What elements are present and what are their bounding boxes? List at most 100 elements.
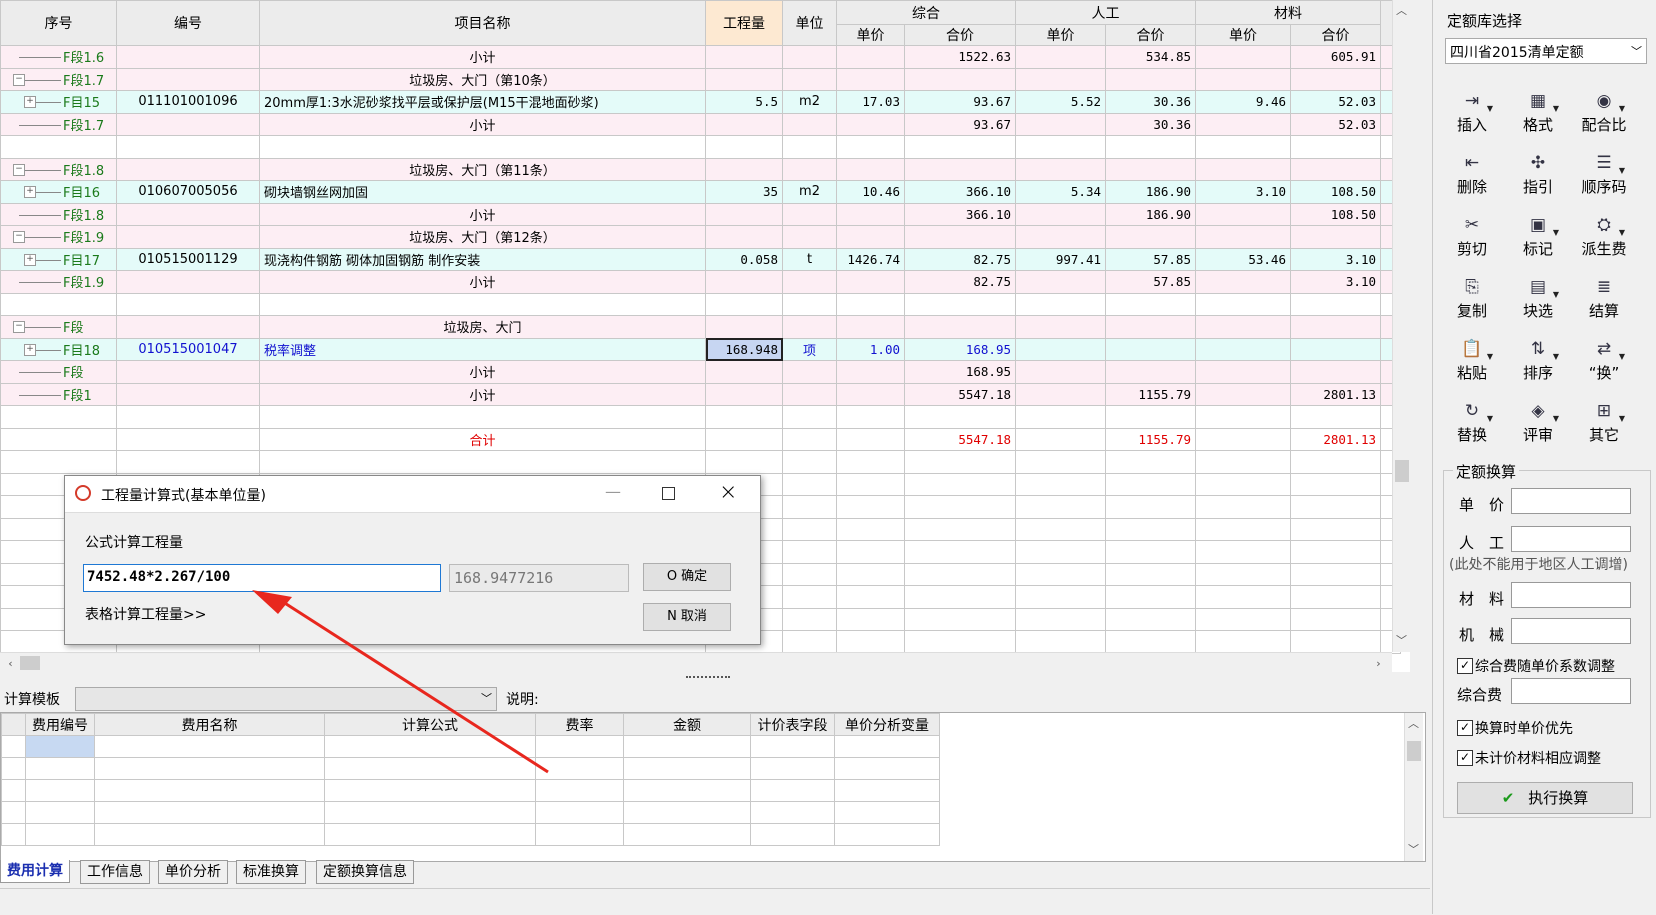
table-row[interactable]: F段1 小计 5547.18 1155.79 2801.13	[0, 382, 1401, 406]
cb-comp-fee-adjust[interactable]: ✓	[1457, 658, 1473, 674]
labor-input[interactable]	[1511, 526, 1631, 552]
cell-ch[interactable]: 3.10	[1290, 247, 1381, 271]
tool-guide-button[interactable]: ✣ 指引	[1507, 146, 1569, 202]
cell-unit[interactable]	[782, 45, 837, 69]
fee-vscroll[interactable]: ︿ ﹀	[1404, 713, 1423, 861]
cell-rh[interactable]: 30.36	[1105, 112, 1196, 136]
cell-ch[interactable]	[1290, 225, 1381, 249]
cell-rh[interactable]	[1105, 67, 1196, 91]
scroll-down-icon[interactable]: ﹀	[1393, 632, 1410, 649]
cell-rd[interactable]: 997.41	[1015, 247, 1106, 271]
cell-qty[interactable]	[705, 405, 783, 429]
table-row[interactable]: F段1.9 小计 82.75 57.85 3.10	[0, 270, 1401, 294]
cell-rh[interactable]: 57.85	[1105, 270, 1196, 294]
dropdown-arrow-icon[interactable]: ▼	[1553, 290, 1559, 299]
cell-cd[interactable]	[1195, 427, 1291, 451]
cell-name[interactable]: 小计	[259, 382, 706, 406]
cell-cd[interactable]	[1195, 360, 1291, 384]
cell-zd[interactable]	[836, 292, 905, 316]
row-tree-label[interactable]: − F段1.9	[0, 225, 117, 249]
cell-zh[interactable]: 82.75	[904, 270, 1016, 294]
cb-unit-price-first[interactable]: ✓	[1457, 720, 1473, 736]
cell-bh[interactable]: 010607005056	[116, 180, 260, 204]
header-rengong-hejia[interactable]: 合价	[1105, 24, 1196, 46]
cell-bh[interactable]	[116, 405, 260, 429]
collapse-icon[interactable]: −	[13, 73, 25, 86]
tool-swap-button[interactable]: ⇄ ▼ “换”	[1573, 332, 1635, 388]
fee-col-header[interactable]: 计算公式	[324, 713, 536, 736]
cell-ch[interactable]: 52.03	[1290, 90, 1381, 114]
scroll-up-icon[interactable]: ︿	[1393, 2, 1410, 19]
cell-ch[interactable]	[1290, 360, 1381, 384]
cell-zh[interactable]: 1522.63	[904, 45, 1016, 69]
row-tree-label[interactable]: − F段1.7	[0, 67, 117, 91]
dropdown-arrow-icon[interactable]: ▼	[1553, 104, 1559, 113]
cell-rh[interactable]: 534.85	[1105, 45, 1196, 69]
cell-cd[interactable]	[1195, 112, 1291, 136]
cell-zh[interactable]	[904, 157, 1016, 181]
hscroll-thumb[interactable]	[20, 656, 40, 670]
cell-zd[interactable]	[836, 315, 905, 339]
cell-ch[interactable]: 2801.13	[1290, 382, 1381, 406]
cell-qty[interactable]	[705, 157, 783, 181]
row-tree-label[interactable]: + F目16	[0, 180, 117, 204]
header-rengong[interactable]: 人工	[1015, 0, 1196, 25]
cell-rd[interactable]	[1015, 405, 1106, 429]
expand-icon[interactable]: +	[24, 343, 36, 356]
tool-mark-button[interactable]: ▣ ▼ 标记	[1507, 208, 1569, 264]
cell-bh[interactable]	[116, 135, 260, 159]
cb-unpriced-material[interactable]: ✓	[1457, 750, 1473, 766]
table-row[interactable]: + F目15 011101001096 20mm厚1:3水泥砂浆找平层或保护层(M15…	[0, 90, 1401, 114]
cell-rd[interactable]: 5.52	[1015, 90, 1106, 114]
cell-zd[interactable]	[836, 45, 905, 69]
cell-qty[interactable]	[705, 292, 783, 316]
header-xuhao[interactable]: 序号	[0, 0, 117, 46]
row-tree-label[interactable]	[0, 405, 117, 429]
row-tree-label[interactable]: F段	[0, 360, 117, 384]
cell-qty[interactable]: 35	[705, 180, 783, 204]
cell-zd[interactable]	[836, 270, 905, 294]
cell-name[interactable]: 垃圾房、大门	[259, 315, 706, 339]
header-zonghe-danjia[interactable]: 单价	[836, 24, 905, 46]
cell-cd[interactable]	[1195, 315, 1291, 339]
cell-name[interactable]	[259, 135, 706, 159]
cell-zd[interactable]: 1.00	[836, 337, 905, 361]
tool-sequence-button[interactable]: ☰ ▼ 顺序码	[1573, 146, 1635, 202]
scroll-thumb[interactable]	[1407, 741, 1421, 761]
cell-rd[interactable]	[1015, 337, 1106, 361]
table-row[interactable]	[0, 405, 1401, 429]
cell-zh[interactable]	[904, 292, 1016, 316]
table-row[interactable]: + F目18 010515001047 税率调整 168.948 项 1.00 168.95	[0, 337, 1401, 361]
cell-qty[interactable]	[705, 45, 783, 69]
cell-unit[interactable]	[782, 292, 837, 316]
minimize-icon[interactable]: —	[605, 482, 621, 501]
cell-unit[interactable]: t	[782, 247, 837, 271]
tool-mix-ratio-button[interactable]: ◉ ▼ 配合比	[1573, 84, 1635, 140]
cell-rh[interactable]	[1105, 337, 1196, 361]
cell-cd[interactable]	[1195, 382, 1291, 406]
cell-qty[interactable]: 0.058	[705, 247, 783, 271]
cell-name[interactable]: 小计	[259, 270, 706, 294]
table-row[interactable]: − F段1.8 垃圾房、大门（第11条）	[0, 157, 1401, 181]
fee-row[interactable]	[1, 801, 940, 824]
cell-ch[interactable]: 52.03	[1290, 112, 1381, 136]
dropdown-arrow-icon[interactable]: ▼	[1553, 414, 1559, 423]
cell-name[interactable]: 小计	[259, 45, 706, 69]
tool-other-button[interactable]: ⊞ ▼ 其它	[1573, 394, 1635, 450]
cell-bh[interactable]	[116, 67, 260, 91]
cell-qty[interactable]	[705, 427, 783, 451]
row-tree-label[interactable]	[0, 135, 117, 159]
table-row[interactable]: − F段 垃圾房、大门	[0, 315, 1401, 339]
cell-unit[interactable]	[782, 360, 837, 384]
cell-cd[interactable]	[1195, 225, 1291, 249]
tab-3[interactable]: 标准换算	[236, 860, 306, 884]
tool-review-button[interactable]: ◈ ▼ 评审	[1507, 394, 1569, 450]
row-tree-label[interactable]: − F段	[0, 315, 117, 339]
cell-unit[interactable]	[782, 135, 837, 159]
cell-rh[interactable]	[1105, 360, 1196, 384]
cell-bh[interactable]	[116, 157, 260, 181]
cell-zd[interactable]	[836, 67, 905, 91]
cell-bh[interactable]: 010515001129	[116, 247, 260, 271]
cell-unit[interactable]	[782, 225, 837, 249]
cell-name[interactable]: 垃圾房、大门（第12条）	[259, 225, 706, 249]
